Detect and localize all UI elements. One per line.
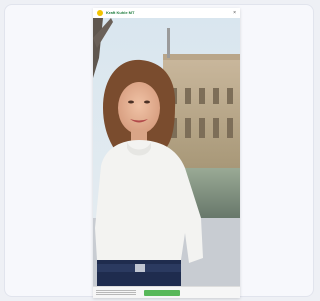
portrait-photo (93, 18, 240, 290)
close-icon[interactable]: × (233, 10, 236, 16)
accept-button[interactable] (144, 289, 180, 296)
top-bar: Kraft Kuhle MT × (93, 8, 240, 18)
phone-preview: Kraft Kuhle MT × (93, 8, 240, 298)
brand-name: Kraft Kuhle MT (106, 10, 135, 15)
cookie-bar (93, 286, 240, 298)
consent-text (96, 290, 136, 295)
logo-icon (97, 10, 103, 16)
